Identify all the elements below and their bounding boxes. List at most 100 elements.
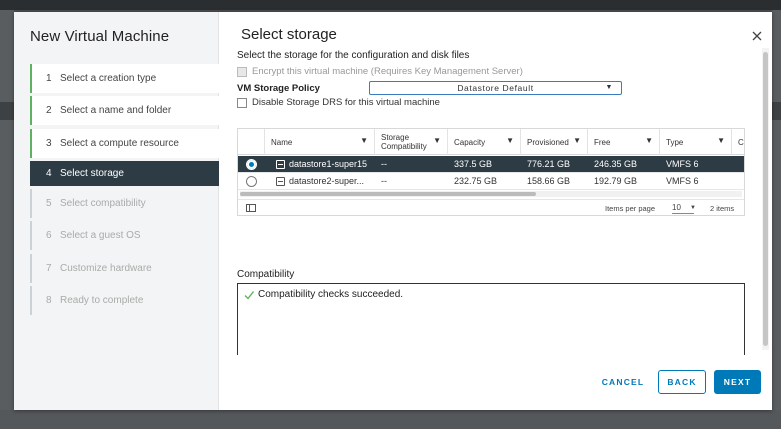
background-right-band xyxy=(772,102,781,120)
column-header-free[interactable]: Free ▼ xyxy=(587,129,659,155)
step-number: 1 xyxy=(46,73,52,84)
cell-provisioned: 776.21 GB xyxy=(527,159,571,169)
filter-icon[interactable]: ▼ xyxy=(360,136,368,145)
datastore-radio[interactable] xyxy=(246,176,257,187)
cell-type: VMFS 6 xyxy=(666,176,699,186)
filter-icon[interactable]: ▼ xyxy=(717,136,725,145)
back-button[interactable]: BACK xyxy=(658,370,706,394)
step-label: Select a guest OS xyxy=(60,230,141,242)
step-customize-hardware: 7 Customize hardware xyxy=(30,253,219,283)
grid-header: Name ▼ Storage Compatibility ▼ Capacity … xyxy=(238,129,744,155)
disable-drs-checkbox[interactable] xyxy=(237,97,247,108)
step-label: Ready to complete xyxy=(60,295,144,307)
cell-name: datastore1-super15 xyxy=(289,159,368,169)
column-toggle-icon[interactable] xyxy=(246,204,256,212)
disable-drs-label: Disable Storage DRS for this virtual mac… xyxy=(252,97,440,108)
background-left-band xyxy=(0,102,14,120)
chevron-down-icon: ▼ xyxy=(690,205,696,211)
compatibility-message: Compatibility checks succeeded. xyxy=(258,289,404,300)
cell-compatibility: -- xyxy=(381,159,387,169)
step-select-name-folder[interactable]: 2 Select a name and folder xyxy=(30,96,219,126)
column-label: Type xyxy=(666,137,684,147)
step-number: 7 xyxy=(46,262,52,274)
column-header-type[interactable]: Type ▼ xyxy=(659,129,731,155)
step-ready-to-complete: 8 Ready to complete xyxy=(30,286,219,316)
cancel-button[interactable]: CANCEL xyxy=(597,370,649,394)
wizard-title: New Virtual Machine xyxy=(30,28,170,45)
step-select-compatibility: 5 Select compatibility xyxy=(30,189,219,219)
datastore-icon xyxy=(276,160,285,169)
cell-capacity: 337.5 GB xyxy=(454,159,493,169)
column-label: Provisioned xyxy=(527,137,569,147)
wizard-steps-pane: New Virtual Machine 1 Select a creation … xyxy=(14,12,219,410)
step-label: Customize hardware xyxy=(60,262,152,274)
encrypt-vm-label: Encrypt this virtual machine (Requires K… xyxy=(252,66,523,77)
items-per-page-value: 10 xyxy=(672,203,681,212)
compatibility-box: Compatibility checks succeeded. xyxy=(237,283,745,355)
storage-policy-label: VM Storage Policy xyxy=(237,83,320,94)
step-number: 3 xyxy=(46,137,52,149)
cell-free: 246.35 GB xyxy=(594,159,638,169)
background-app-header xyxy=(0,0,781,10)
step-label: Select a name and folder xyxy=(60,105,172,117)
close-icon[interactable] xyxy=(751,30,763,42)
column-label: Storage Compatibility xyxy=(381,133,427,151)
page-title: Select storage xyxy=(241,26,337,43)
filter-icon[interactable]: ▼ xyxy=(506,136,514,145)
column-header-truncated[interactable]: C xyxy=(731,129,744,155)
background-right xyxy=(772,10,781,429)
background-left xyxy=(0,10,14,429)
column-header-provisioned[interactable]: Provisioned ▼ xyxy=(520,129,587,155)
step-label: Select a creation type xyxy=(60,73,157,84)
encrypt-vm-checkbox xyxy=(237,66,247,77)
step-number: 8 xyxy=(46,295,52,307)
table-row-datastore1[interactable]: datastore1-super15 -- 337.5 GB 776.21 GB… xyxy=(238,156,744,173)
column-header-name[interactable]: Name ▼ xyxy=(264,129,374,155)
select-column-header xyxy=(238,129,264,155)
filter-icon[interactable]: ▼ xyxy=(433,136,441,145)
wizard-step-list: 1 Select a creation type 2 Select a name… xyxy=(30,64,219,318)
column-header-capacity[interactable]: Capacity ▼ xyxy=(447,129,520,155)
grid-horizontal-scrollbar[interactable] xyxy=(240,191,742,197)
step-number: 6 xyxy=(46,230,52,242)
cell-free: 192.79 GB xyxy=(594,176,638,186)
chevron-down-icon: ▼ xyxy=(605,84,613,91)
column-label: Name xyxy=(271,137,293,147)
background-bottom xyxy=(0,410,781,429)
datastore-radio-selected[interactable] xyxy=(246,159,257,170)
disable-drs-option[interactable]: Disable Storage DRS for this virtual mac… xyxy=(237,97,440,108)
new-vm-wizard-dialog: New Virtual Machine 1 Select a creation … xyxy=(14,12,772,410)
scrollbar-thumb[interactable] xyxy=(763,52,768,346)
content-vertical-scrollbar[interactable] xyxy=(762,48,769,350)
column-label: Free xyxy=(594,137,611,147)
step-number: 2 xyxy=(46,105,52,117)
step-label: Select a compute resource xyxy=(60,137,179,149)
step-select-guest-os: 6 Select a guest OS xyxy=(30,221,219,251)
filter-icon[interactable]: ▼ xyxy=(645,136,653,145)
column-header-storage-compatibility[interactable]: Storage Compatibility ▼ xyxy=(374,129,447,155)
step-select-compute-resource[interactable]: 3 Select a compute resource xyxy=(30,128,219,158)
storage-policy-select[interactable]: Datastore Default ▼ xyxy=(369,81,622,95)
table-row-datastore2[interactable]: datastore2-super... -- 232.75 GB 158.66 … xyxy=(238,173,744,190)
step-number: 5 xyxy=(46,198,52,210)
next-button[interactable]: NEXT xyxy=(714,370,761,394)
items-per-page-select[interactable]: 10 ▼ xyxy=(672,202,696,214)
step-select-creation-type[interactable]: 1 Select a creation type xyxy=(30,64,219,93)
wizard-content-pane: Select storage Select the storage for th… xyxy=(219,12,772,410)
cell-name: datastore2-super... xyxy=(289,176,365,186)
step-number: 4 xyxy=(46,167,52,179)
encrypt-vm-option: Encrypt this virtual machine (Requires K… xyxy=(237,66,523,77)
items-count: 2 items xyxy=(710,204,735,213)
filter-icon[interactable]: ▼ xyxy=(573,136,581,145)
scrollbar-thumb[interactable] xyxy=(240,192,536,196)
cell-type: VMFS 6 xyxy=(666,159,699,169)
check-icon xyxy=(244,291,254,300)
cell-capacity: 232.75 GB xyxy=(454,176,498,186)
datastore-icon xyxy=(276,177,285,186)
column-label: Capacity xyxy=(454,137,486,147)
step-label: Select storage xyxy=(60,167,124,179)
step-label: Select compatibility xyxy=(60,198,146,210)
datastore-grid: Name ▼ Storage Compatibility ▼ Capacity … xyxy=(237,128,745,216)
step-select-storage[interactable]: 4 Select storage xyxy=(30,160,219,186)
storage-policy-value: Datastore Default xyxy=(457,83,534,93)
